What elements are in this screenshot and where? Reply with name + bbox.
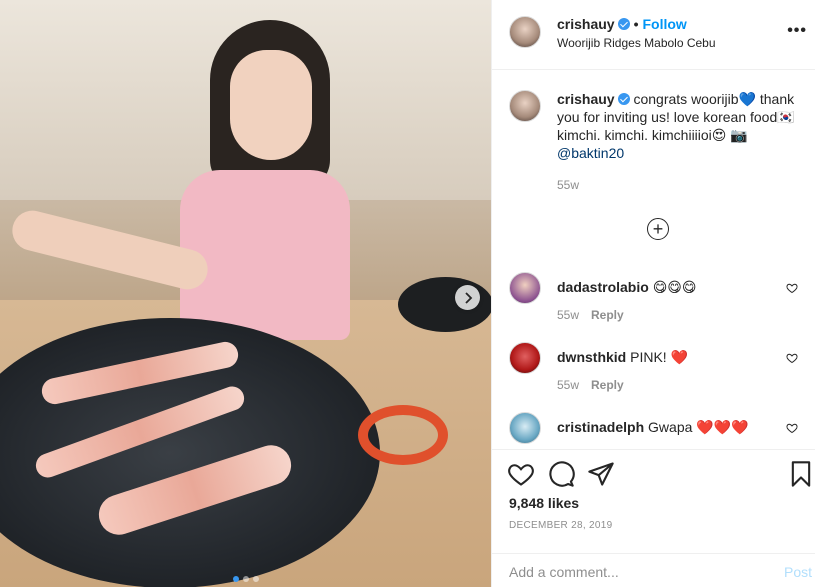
caption-timestamp[interactable]: 55w [557,178,809,192]
caption-text: crishauy congrats woorijib💙 thank you fo… [557,90,809,162]
carousel-dot [253,576,259,582]
verified-badge-icon [617,18,630,30]
author-header: crishauy • Follow [557,16,687,32]
carousel-dot [233,576,239,582]
comment-item: dwnsthkid PINK! ❤️ 55w Reply [509,342,809,392]
comment-avatar[interactable] [509,342,541,374]
comment-text: Gwapa ❤️❤️❤️ [648,419,749,435]
reply-button[interactable]: Reply [591,308,624,322]
post-location[interactable]: Woorijib Ridges Mabolo Cebu [557,36,716,50]
share-icon[interactable] [587,460,615,488]
header-separator: • [633,16,639,32]
heart-icon[interactable] [507,460,535,488]
comment-icon[interactable] [547,460,575,488]
comment-text: PINK! ❤️ [630,349,689,365]
comment-body: cristinadelph Gwapa ❤️❤️❤️ [557,412,809,436]
caption-avatar[interactable] [509,90,541,122]
photo-face [230,50,312,160]
like-comment-heart-icon[interactable] [786,422,798,434]
post-date[interactable]: DECEMBER 28, 2019 [509,520,612,531]
comment-username[interactable]: cristinadelph [557,419,644,435]
carousel-indicator [233,576,259,582]
post-actions: 9,848 likes DECEMBER 28, 2019 Post [492,449,815,587]
comment-item: dadastrolabio 😋😋😋 55w Reply [509,272,809,322]
like-comment-heart-icon[interactable] [786,352,798,364]
comment-avatar[interactable] [509,272,541,304]
more-options-icon[interactable]: ••• [787,22,807,40]
like-comment-heart-icon[interactable] [786,282,798,294]
author-avatar[interactable] [509,16,541,48]
add-comment-bar: Post [492,553,815,587]
load-more-icon[interactable]: + [647,218,669,240]
author-username[interactable]: crishauy [557,16,615,32]
comment-username[interactable]: dwnsthkid [557,349,626,365]
post-sidebar: crishauy • Follow Woorijib Ridges Mabolo C… [491,0,815,587]
comment-time[interactable]: 55w [557,308,579,322]
comment-text: 😋😋😋 [652,279,697,295]
comment-body: dadastrolabio 😋😋😋 [557,272,809,296]
likes-count[interactable]: 9,848 likes [509,495,579,511]
carousel-dot [243,576,249,582]
comment-item: cristinadelph Gwapa ❤️❤️❤️ [509,412,809,444]
post-caption: crishauy congrats woorijib💙 thank you fo… [509,90,809,192]
photo-top [180,170,350,340]
caption-mention[interactable]: @baktin20 [557,145,624,161]
post-header: crishauy • Follow Woorijib Ridges Mabolo C… [492,0,815,70]
comment-meta: 55w Reply [557,378,809,392]
bookmark-icon[interactable] [787,460,815,488]
comment-body: dwnsthkid PINK! ❤️ [557,342,809,366]
verified-badge-icon [617,93,630,105]
next-arrow-icon [464,291,472,304]
reply-button[interactable]: Reply [591,378,624,392]
comment-username[interactable]: dadastrolabio [557,279,649,295]
photo-person [150,20,370,350]
comment-input[interactable] [509,564,759,580]
photo-scissors [358,405,448,465]
comment-avatar[interactable] [509,412,541,444]
post-comment-button[interactable]: Post [784,564,812,580]
comment-time[interactable]: 55w [557,378,579,392]
follow-button[interactable]: Follow [643,16,687,32]
caption-username[interactable]: crishauy [557,91,615,107]
comment-meta: 55w Reply [557,308,809,322]
post-photo[interactable] [0,0,491,587]
next-photo-button[interactable] [455,285,480,310]
instagram-post-view: crishauy • Follow Woorijib Ridges Mabolo C… [0,0,815,587]
